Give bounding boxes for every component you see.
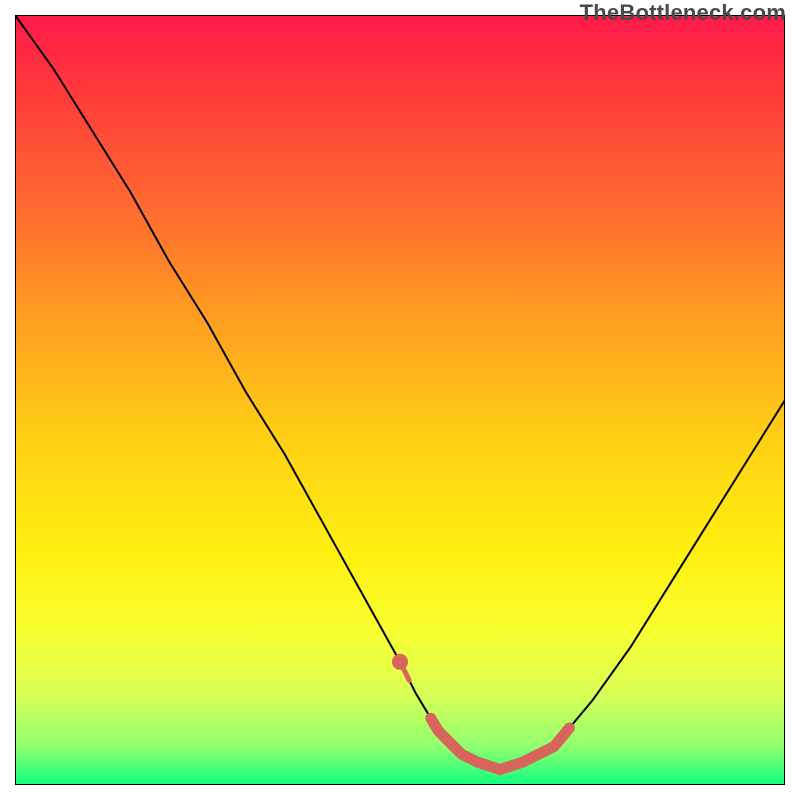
highlight-seg-main (431, 718, 523, 769)
chart-svg (15, 15, 785, 785)
chart-container: TheBottleneck.com (0, 0, 800, 800)
highlight-overlay (392, 654, 569, 770)
highlight-seg-right (523, 728, 569, 762)
watermark-label: TheBottleneck.com (580, 0, 786, 26)
